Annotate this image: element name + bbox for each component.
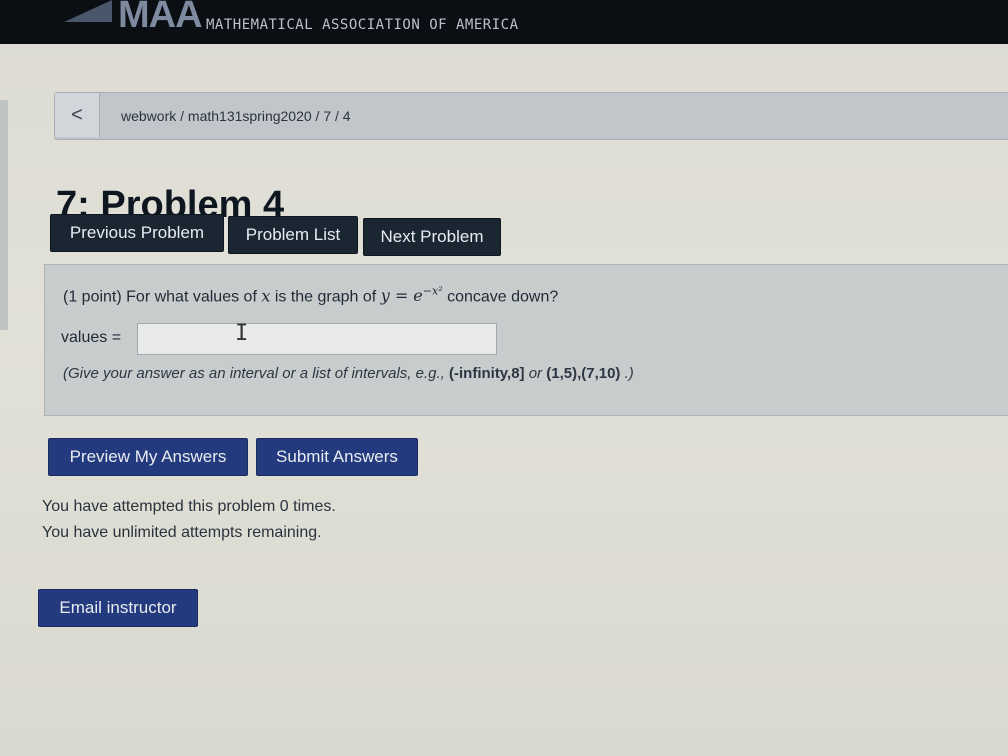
hint-example-2: (1,5),(7,10) <box>546 365 621 382</box>
text-cursor-icon: I <box>235 321 249 346</box>
breadcrumb-path[interactable]: webwork / math131spring2020 / 7 / 4 <box>121 108 351 124</box>
maa-logo-mark-icon <box>64 0 112 22</box>
equation-lhs: y = e <box>380 286 423 306</box>
remaining-status: You have unlimited attempts remaining. <box>42 524 322 541</box>
problem-box: (1 point) For what values of x is the gr… <box>44 264 1008 416</box>
answer-label: values = <box>61 329 122 346</box>
previous-problem-button[interactable]: Previous Problem <box>50 214 224 252</box>
question-variable: x <box>261 286 271 306</box>
hint-example-1: (-infinity,8] <box>449 365 525 382</box>
hint-end: .) <box>624 365 634 382</box>
site-header: MAA MATHEMATICAL ASSOCIATION OF AMERICA <box>0 0 1008 44</box>
question-start: For what values of <box>126 288 257 306</box>
hint-or: or <box>528 365 543 382</box>
problem-points: (1 point) <box>63 288 122 306</box>
page-body: < webwork / math131spring2020 / 7 / 4 7:… <box>0 44 1008 756</box>
email-instructor-button[interactable]: Email instructor <box>38 589 198 627</box>
problem-list-button[interactable]: Problem List <box>228 216 358 254</box>
org-name: MATHEMATICAL ASSOCIATION OF AMERICA <box>206 17 519 33</box>
question-end: concave down? <box>447 288 559 306</box>
breadcrumb: < webwork / math131spring2020 / 7 / 4 <box>54 92 1008 140</box>
problem-prompt: (1 point) For what values of x is the gr… <box>63 285 558 306</box>
hint-start: (Give your answer as an interval or a li… <box>63 365 445 382</box>
chevron-left-icon: < <box>71 103 83 126</box>
left-edge <box>0 100 8 330</box>
attempts-status: You have attempted this problem 0 times. <box>42 498 336 515</box>
submit-answers-button[interactable]: Submit Answers <box>256 438 418 476</box>
answer-hint: (Give your answer as an interval or a li… <box>63 365 634 382</box>
back-button[interactable]: < <box>55 93 100 137</box>
question-equation: y = e−x² <box>380 285 443 306</box>
next-problem-button[interactable]: Next Problem <box>363 218 501 256</box>
maa-logo[interactable]: MAA <box>118 0 203 37</box>
question-mid: is the graph of <box>274 288 377 306</box>
preview-answers-button[interactable]: Preview My Answers <box>48 438 248 476</box>
equation-exponent: −x² <box>422 285 443 298</box>
answer-input[interactable] <box>137 323 497 355</box>
